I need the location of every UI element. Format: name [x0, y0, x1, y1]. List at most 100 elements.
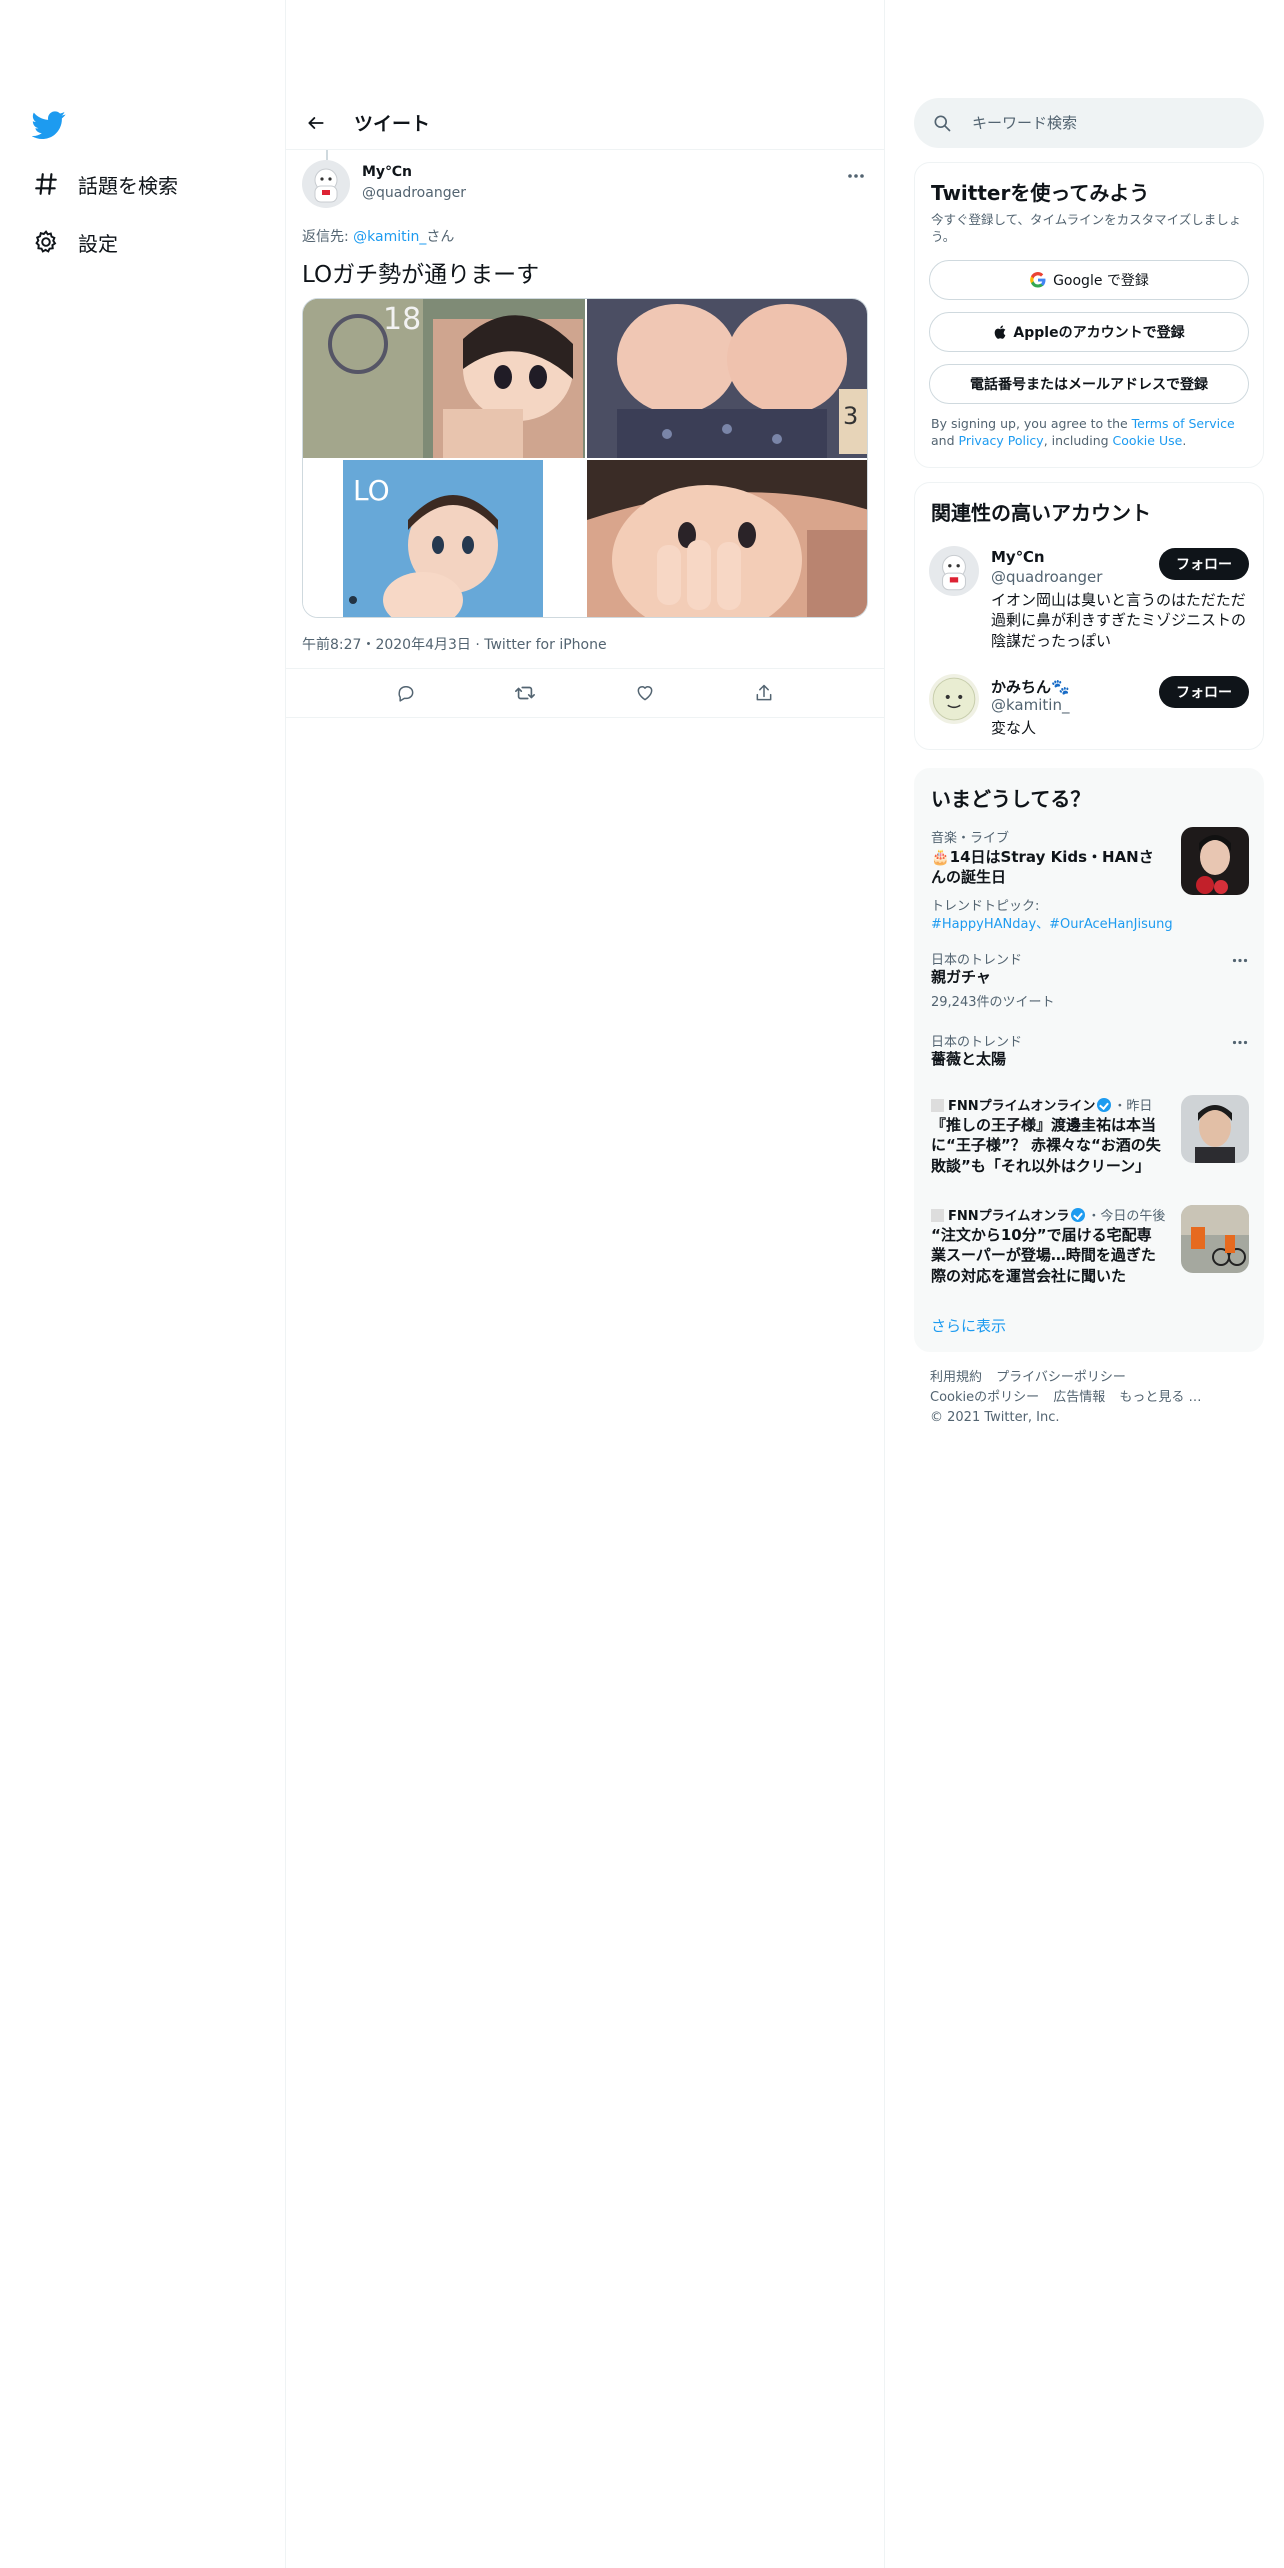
tweet-image-2[interactable]: 3	[587, 299, 867, 458]
trend-more-button[interactable]	[1229, 949, 1251, 971]
trend-tweet-count: 29,243件のツイート	[931, 995, 1055, 1010]
account-name[interactable]: かみちん🐾	[991, 676, 1070, 697]
verified-icon	[1097, 1098, 1112, 1112]
page-title: ツイート	[354, 113, 431, 135]
signup-card: Twitterを使ってみよう 今すぐ登録して、タイムラインをカスタマイズしましょ…	[914, 162, 1264, 468]
thread-line	[326, 150, 328, 160]
share-button[interactable]	[747, 676, 781, 710]
trends-card: いまどうしてる？ 音楽・ライブ 🎂14日はStray Kids・HANさんの誕生…	[914, 768, 1264, 1352]
news-thumbnail	[1181, 1205, 1249, 1273]
footer-links-row-2: Cookieのポリシー 広告情報 もっと見る …	[930, 1388, 1260, 1408]
svg-text:3: 3	[843, 402, 858, 430]
column-header: ツイート	[286, 96, 884, 150]
privacy-policy-link[interactable]: Privacy Policy	[959, 433, 1044, 448]
search-bar[interactable]	[914, 98, 1264, 148]
terms-text: By signing up, you agree to the	[931, 415, 1132, 431]
replying-to-link[interactable]: @kamitin_	[353, 229, 426, 245]
back-button[interactable]	[298, 105, 334, 141]
show-more-link[interactable]: さらに表示	[931, 1315, 1006, 1336]
follow-button[interactable]: フォロー	[1159, 548, 1249, 580]
tweet-text: LOガチ勢が通りまーす	[302, 262, 540, 288]
news-source: FNNプライムオンライン	[948, 1099, 1096, 1114]
tweet-media-grid: 18 3 LO	[302, 298, 868, 618]
terms-of-service-link[interactable]: Terms of Service	[1132, 416, 1235, 431]
terms-text-4: .	[1182, 432, 1187, 448]
google-signup-button[interactable]: Google で登録	[929, 259, 1249, 300]
footer-link-privacy[interactable]: プライバシーポリシー	[996, 1370, 1126, 1385]
tweet-date-link[interactable]: 午前8:27・2020年4月3日	[302, 637, 471, 653]
account-item[interactable]: かみちん🐾 @kamitin_ 変な人 フォロー	[915, 674, 1263, 744]
reply-button[interactable]	[389, 676, 423, 710]
heart-icon	[637, 686, 653, 701]
apple-signup-button[interactable]: Appleのアカウントで登録	[929, 311, 1249, 352]
trend-topic-label: トレンドトピック:	[931, 899, 1040, 914]
tweet-image-3[interactable]: LO	[303, 460, 585, 617]
nav-settings-label: 設定	[78, 231, 118, 256]
related-accounts-title: 関連性の高いアカウント	[931, 501, 1151, 525]
signup-description: 今すぐ登録して、タイムラインをカスタマイズしましょう。	[931, 212, 1242, 244]
search-input[interactable]	[972, 114, 1252, 132]
trend-hashtags[interactable]: #HappyHANday、#OurAceHanJisung	[931, 913, 1173, 932]
google-signup-label: Google で登録	[1053, 272, 1149, 289]
footer-link-terms[interactable]: 利用規約	[930, 1370, 982, 1385]
twitter-logo-icon[interactable]	[31, 108, 66, 142]
signup-terms: By signing up, you agree to the Terms of…	[931, 416, 1247, 450]
author-name[interactable]: My℃n	[362, 164, 412, 180]
tweet-actions	[286, 668, 884, 718]
news-item[interactable]: FNNプライムオンライン ・昨日 『推しの王子様』渡邊圭祐は本当に“王子様”？ 赤…	[915, 1095, 1265, 1185]
footer-link-more[interactable]: もっと見る …	[1119, 1390, 1201, 1405]
account-name[interactable]: My℃n	[991, 548, 1045, 566]
nav-explore-label: 話題を検索	[78, 173, 178, 198]
news-source-line: FNNプライムオンラ ・今日の午後	[931, 1205, 1165, 1224]
news-thumbnail	[1181, 1095, 1249, 1163]
verified-icon	[1071, 1208, 1086, 1222]
news-title: 『推しの王子様』渡邊圭祐は本当に“王子様”？ 赤裸々な“お酒の失敗談”も「それ以…	[931, 1116, 1161, 1175]
hashtag-icon	[32, 170, 60, 198]
footer: 利用規約 プライバシーポリシー Cookieのポリシー 広告情報 もっと見る ……	[930, 1368, 1260, 1428]
trend-category: 日本のトレンド	[931, 1035, 1023, 1050]
trend-more-button[interactable]	[1229, 1031, 1251, 1053]
account-bio: イオン岡山は臭いと言うのはただただ過剰に鼻が利きすぎたミゾジニストの陰謀だったっ…	[991, 591, 1247, 650]
nav-settings[interactable]: 設定	[32, 222, 118, 262]
more-options-button[interactable]	[844, 164, 868, 188]
account-bio: 変な人	[991, 719, 1037, 737]
retweet-icon	[515, 686, 536, 700]
account-item[interactable]: My℃n @quadroanger イオン岡山は臭いと言うのはただただ過剰に鼻が…	[915, 546, 1263, 674]
footer-link-cookie[interactable]: Cookieのポリシー	[930, 1390, 1039, 1405]
apple-icon	[995, 325, 1006, 339]
retweet-button[interactable]	[508, 676, 542, 710]
main-column: ツイート My℃n @quadroanger 返信先: @kamitin_さん …	[285, 0, 885, 2568]
trend-title: 親ガチャ	[931, 968, 991, 986]
trend-item[interactable]: 日本のトレンド 親ガチャ 29,243件のツイート	[915, 949, 1265, 1010]
author-avatar[interactable]	[302, 160, 350, 208]
phone-signup-button[interactable]: 電話番号またはメールアドレスで登録	[929, 363, 1249, 404]
phone-signup-label: 電話番号またはメールアドレスで登録	[970, 376, 1208, 393]
tweet-image-1[interactable]: 18	[303, 299, 585, 458]
news-source-icon	[931, 1209, 944, 1222]
news-title: “注文から10分”で届ける宅配専業スーパーが登場…時間を過ぎた際の対応を運営会社…	[931, 1226, 1156, 1285]
trend-title: 薔薇と太陽	[931, 1050, 1007, 1068]
trend-item[interactable]: 音楽・ライブ 🎂14日はStray Kids・HANさんの誕生日 トレンドトピッ…	[915, 827, 1265, 937]
like-button[interactable]	[628, 676, 662, 710]
replying-prefix: 返信先:	[302, 229, 354, 245]
news-source-icon	[931, 1099, 944, 1112]
tweet-source-link[interactable]: Twitter for iPhone	[484, 637, 606, 653]
news-item[interactable]: FNNプライムオンラ ・今日の午後 “注文から10分”で届ける宅配専業スーパーが登…	[915, 1205, 1265, 1295]
account-avatar[interactable]	[929, 674, 979, 724]
tweet-timestamp: 午前8:27・2020年4月3日 · Twitter for iPhone	[302, 637, 607, 653]
terms-text-2: and	[931, 432, 959, 448]
more-horizontal-icon	[1232, 958, 1248, 962]
nav-explore[interactable]: 話題を検索	[32, 164, 178, 204]
cookie-use-link[interactable]: Cookie Use	[1113, 433, 1183, 448]
follow-button[interactable]: フォロー	[1159, 676, 1249, 708]
signup-title: Twitterを使ってみよう	[931, 181, 1150, 205]
footer-link-ads[interactable]: 広告情報	[1053, 1390, 1105, 1405]
trend-item[interactable]: 日本のトレンド 薔薇と太陽	[915, 1031, 1265, 1075]
account-handle: @quadroanger	[991, 568, 1103, 586]
tweet-image-4[interactable]	[587, 460, 867, 617]
replying-to: 返信先: @kamitin_さん	[302, 226, 454, 246]
author-handle[interactable]: @quadroanger	[362, 185, 466, 201]
account-avatar[interactable]	[929, 546, 979, 596]
more-horizontal-icon	[1232, 1040, 1248, 1044]
search-icon	[934, 115, 951, 132]
